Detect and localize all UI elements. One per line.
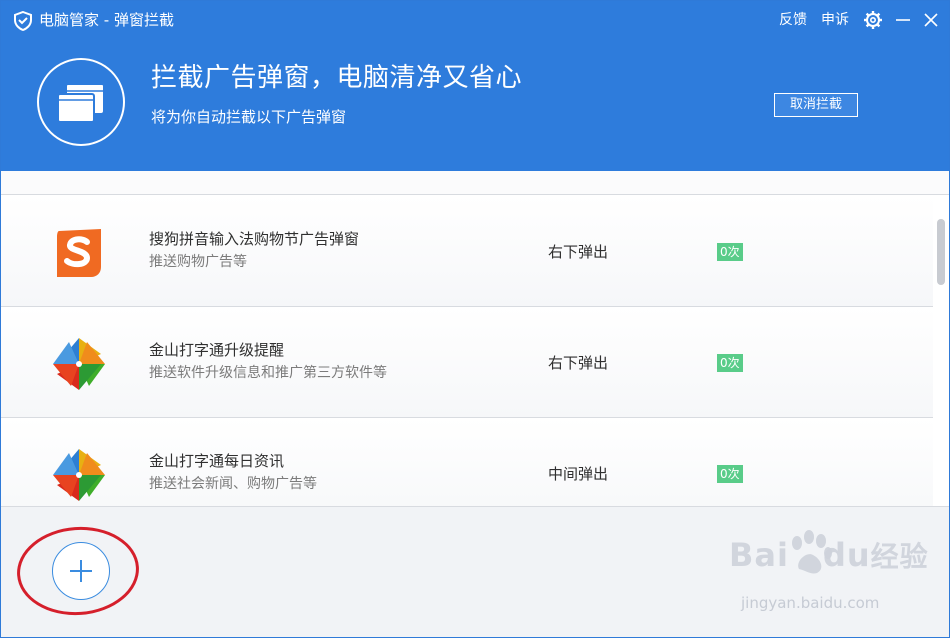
hero-subtitle: 将为你自动拦截以下广告弹窗 [151,108,347,126]
annotation-red-circle [14,522,142,620]
app-window: 电脑管家 - 弹窗拦截 反馈 申诉 拦截广告弹窗，电脑清净又省心 将为你自动拦截… [0,0,950,638]
item-position: 右下弹出 [548,354,609,372]
sogou-s-logo-icon [57,229,101,277]
item-desc: 推送购物广告等 [149,254,247,270]
watermark-url: jingyan.baidu.com [741,594,880,612]
header: 电脑管家 - 弹窗拦截 反馈 申诉 拦截广告弹窗，电脑清净又省心 将为你自动拦截… [1,1,949,171]
watermark-brand-cn: 经验 [870,540,929,573]
item-title: 金山打字通升级提醒 [149,341,285,359]
close-icon[interactable] [921,10,941,30]
baidu-paw-icon [792,530,832,574]
item-desc: 推送社会新闻、购物广告等 [149,476,317,492]
titlebar: 电脑管家 - 弹窗拦截 反馈 申诉 [1,1,949,39]
list-item[interactable]: 金山打字通升级提醒 推送软件升级信息和推广第三方软件等 右下弹出 0次 [1,307,933,418]
window-title: 电脑管家 - 弹窗拦截 [39,11,174,29]
list-item[interactable]: 搜狗拼音输入法购物节广告弹窗 推送购物广告等 右下弹出 0次 [1,196,933,307]
block-count-badge: 0次 [717,354,743,372]
popup-list: 搜狗拼音输入法购物节广告弹窗 推送购物广告等 右下弹出 0次 金山打字通升级提醒… [1,171,949,506]
minimize-icon[interactable] [893,10,913,30]
kingsoft-typing-pinwheel-icon [53,338,105,390]
shield-logo-icon [14,11,32,31]
kingsoft-typing-pinwheel-icon [53,449,105,501]
footer: Bai du经验 jingyan.baidu.com [1,506,949,637]
block-count-badge: 0次 [717,243,743,261]
block-count-badge: 0次 [717,465,743,483]
item-title: 金山打字通每日资讯 [149,452,285,470]
feedback-link[interactable]: 反馈 [779,11,807,29]
item-title: 搜狗拼音输入法购物节广告弹窗 [149,230,360,248]
popup-windows-icon [57,85,103,123]
scrollbar-thumb[interactable] [937,219,945,285]
gear-icon[interactable] [863,10,883,30]
appeal-link[interactable]: 申诉 [821,11,849,29]
item-desc: 推送软件升级信息和推广第三方软件等 [149,365,387,381]
hero-title: 拦截广告弹窗，电脑清净又省心 [151,63,523,93]
item-position: 右下弹出 [548,243,609,261]
baidu-jingyan-watermark: Bai du经验 jingyan.baidu.com [729,530,929,625]
item-position: 中间弹出 [548,465,609,483]
watermark-brand-left: Bai [729,536,789,574]
list-item[interactable]: 金山打字通每日资讯 推送社会新闻、购物广告等 中间弹出 0次 [1,418,933,506]
list-item-partial [1,171,949,195]
cancel-block-button[interactable]: 取消拦截 [774,93,858,117]
